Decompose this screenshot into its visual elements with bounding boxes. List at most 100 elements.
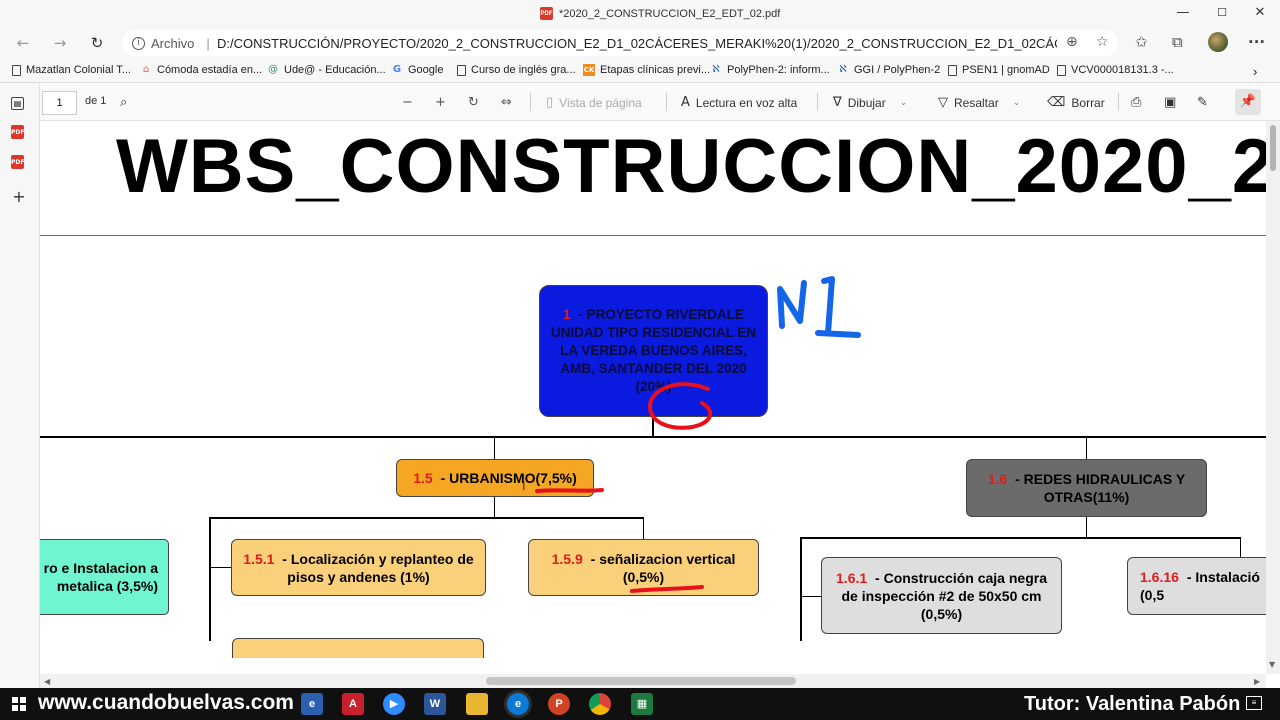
chrome-app-icon[interactable] bbox=[589, 693, 611, 715]
search-icon[interactable]: ⌕ bbox=[120, 95, 127, 110]
bookmark-item[interactable]: @ Ude@ - Educación... bbox=[267, 64, 386, 76]
bookmark-label: Ude@ - Educación... bbox=[284, 64, 386, 76]
wbs-node-root[interactable]: 1 - PROYECTO RIVERDALE UNIDAD TIPO RESID… bbox=[539, 285, 768, 417]
fit-page-icon[interactable]: ⇔ bbox=[501, 95, 512, 110]
save-as-icon[interactable]: ✎ bbox=[1197, 95, 1208, 110]
windows-start-icon[interactable] bbox=[12, 697, 26, 711]
bookmark-item[interactable]: CK Etapas clínicas previ... bbox=[583, 64, 710, 76]
horizontal-scroll-thumb[interactable] bbox=[486, 677, 796, 685]
bookmark-label: Cómoda estadía en... bbox=[157, 64, 263, 76]
pdf-tab-icon[interactable]: PDF bbox=[11, 125, 24, 139]
wbs-node-localizacion[interactable]: 1.5.1 - Localización y replanteo de piso… bbox=[231, 539, 486, 596]
side-rail: ▤ PDF PDF + bbox=[0, 83, 40, 688]
autocad-app-icon[interactable]: A bbox=[342, 693, 364, 715]
bookmark-item[interactable]: ⌂ Cómoda estadía en... bbox=[140, 64, 262, 76]
file-label: Archivo bbox=[151, 36, 195, 51]
forward-icon[interactable]: → bbox=[49, 33, 71, 53]
close-button[interactable]: ✕ bbox=[1245, 4, 1275, 22]
notifications-icon[interactable]: ≡ bbox=[1246, 696, 1262, 710]
zoom-out-icon[interactable]: − bbox=[402, 95, 413, 110]
zoom-icon[interactable]: ⊕ bbox=[1066, 34, 1078, 50]
wbs-node-urbanismo[interactable]: 1.5 - URBANISMO(7,5%) bbox=[396, 459, 594, 497]
pin-toolbar-icon[interactable]: 📌 bbox=[1235, 89, 1261, 115]
read-aloud-button[interactable]: A Lectura en voz alta bbox=[681, 95, 797, 110]
scroll-left-icon[interactable]: ◀ bbox=[44, 677, 50, 686]
refresh-icon[interactable]: ↻ bbox=[86, 33, 108, 53]
vertical-scroll-thumb[interactable] bbox=[1270, 125, 1276, 171]
word-app-icon[interactable]: W bbox=[424, 693, 446, 715]
wbs-node-redes[interactable]: 1.6 - REDES HIDRAULICAS Y OTRAS(11%) bbox=[966, 459, 1207, 517]
connector-line bbox=[40, 436, 1266, 438]
highlight-icon: ▽ bbox=[938, 95, 948, 110]
page-number-input[interactable]: 1 bbox=[42, 91, 77, 115]
scroll-right-icon[interactable]: ▶ bbox=[1254, 677, 1260, 686]
highlight-button[interactable]: ▽ Resaltar ⌄ bbox=[938, 95, 1020, 110]
node-text: 1.6 - REDES HIDRAULICAS Y OTRAS(11%) bbox=[981, 470, 1192, 506]
url-field[interactable]: i Archivo | D:/CONSTRUCCIÓN/PROYECTO/202… bbox=[122, 30, 1118, 56]
scroll-down-icon[interactable]: ▼ bbox=[1269, 660, 1275, 669]
bookmark-label: PSEN1 | gnomAD bbox=[962, 64, 1050, 76]
minimize-button[interactable]: — bbox=[1168, 4, 1198, 22]
chevron-down-icon[interactable]: ⌄ bbox=[1013, 98, 1021, 108]
collections-icon[interactable]: ⧉ bbox=[1172, 33, 1183, 51]
node-label: ro e Instalacion a metalica (3,5%) bbox=[43, 560, 158, 594]
save-icon[interactable]: ▣ bbox=[1164, 95, 1176, 110]
file-explorer-icon[interactable] bbox=[466, 693, 488, 715]
bookmark-item[interactable]: Curso de inglés gra... bbox=[457, 64, 576, 76]
vertical-scrollbar[interactable]: ▼ bbox=[1266, 121, 1280, 674]
explorer-edge-app-icon[interactable]: e bbox=[301, 693, 323, 715]
bookmark-label: Etapas clínicas previ... bbox=[600, 64, 711, 76]
page-view-icon: ▯ bbox=[546, 95, 554, 110]
site-info[interactable]: i Archivo | bbox=[132, 36, 216, 51]
node-text: 1.5.1 - Localización y replanteo de piso… bbox=[242, 550, 475, 586]
powerpoint-app-icon[interactable]: P bbox=[548, 693, 570, 715]
zoom-app-icon[interactable]: ▶ bbox=[383, 693, 405, 715]
favorite-add-icon[interactable]: ☆ bbox=[1096, 34, 1109, 50]
udea-icon: @ bbox=[268, 64, 278, 75]
ck-icon: CK bbox=[583, 64, 595, 76]
rotate-icon[interactable]: ↻ bbox=[468, 95, 479, 110]
edge-app-icon[interactable]: e bbox=[507, 693, 529, 715]
bookmarks-overflow-icon[interactable]: › bbox=[1253, 64, 1257, 79]
maximize-button[interactable]: ☐ bbox=[1207, 4, 1237, 22]
back-icon[interactable]: ← bbox=[12, 33, 34, 53]
pdf-tab-icon[interactable]: PDF bbox=[11, 155, 24, 169]
node-code: 1.6.16 bbox=[1140, 569, 1179, 585]
page-icon bbox=[457, 64, 466, 76]
bookmark-item[interactable]: ℵ GGI / PolyPhen-2 bbox=[837, 64, 940, 76]
horizontal-scrollbar[interactable]: ◀ ▶ bbox=[40, 674, 1266, 688]
polyphen-icon: ℵ bbox=[839, 64, 847, 75]
bookmark-item[interactable]: ℵ PolyPhen-2: inform... bbox=[710, 64, 829, 76]
node-code: 1.5.9 bbox=[551, 550, 583, 567]
bookmark-item[interactable]: G Google bbox=[391, 64, 444, 76]
connector-line bbox=[210, 567, 232, 568]
zoom-in-icon[interactable]: + bbox=[435, 95, 446, 110]
window-title-text: *2020_2_CONSTRUCCION_E2_EDT_02.pdf bbox=[559, 7, 781, 20]
watermark-tutor: Tutor: Valentina Pabón bbox=[1024, 693, 1241, 715]
wbs-node-caja-inspeccion[interactable]: 1.6.1 - Construcción caja negra de inspe… bbox=[821, 557, 1062, 634]
erase-button[interactable]: ⌫ Borrar bbox=[1047, 95, 1105, 110]
bookmark-label: Mazatlan Colonial T... bbox=[26, 64, 131, 76]
polyphen-icon: ℵ bbox=[712, 64, 720, 75]
more-menu-icon[interactable]: ··· bbox=[1248, 33, 1265, 51]
chevron-down-icon[interactable]: ⌄ bbox=[900, 98, 908, 108]
bookmark-item[interactable]: PSEN1 | gnomAD bbox=[948, 64, 1050, 76]
page-view-button[interactable]: ▯ Vista de página bbox=[546, 95, 642, 110]
wbs-node-senalizacion[interactable]: 1.5.9 - señalizacion vertical (0,5%) bbox=[528, 539, 759, 596]
wbs-node-instalacion[interactable]: 1.6.16 - Instalació (0,5 bbox=[1127, 557, 1266, 615]
address-bar: ← → ↻ i Archivo | D:/CONSTRUCCIÓN/PROYEC… bbox=[0, 28, 1280, 58]
bookmark-item[interactable]: VCV000018131.3 -... bbox=[1057, 64, 1174, 76]
draw-button[interactable]: ∇ Dibujar ⌄ bbox=[833, 95, 907, 110]
read-aloud-label: Lectura en voz alta bbox=[695, 95, 798, 110]
profile-avatar[interactable] bbox=[1208, 32, 1228, 52]
project-app-icon[interactable]: ▦ bbox=[631, 693, 653, 715]
add-tab-icon[interactable]: + bbox=[11, 189, 27, 205]
connector-line bbox=[209, 517, 644, 519]
tabs-icon[interactable]: ▤ bbox=[11, 97, 24, 110]
favorites-icon[interactable]: ✩ bbox=[1135, 33, 1148, 51]
url-text[interactable]: D:/CONSTRUCCIÓN/PROYECTO/2020_2_CONSTRUC… bbox=[217, 36, 1057, 51]
node-label: - URBANISMO(7,5%) bbox=[436, 470, 577, 486]
wbs-node-instalacion-metalica[interactable]: ro e Instalacion a metalica (3,5%) bbox=[40, 539, 169, 615]
bookmark-item[interactable]: Mazatlan Colonial T... bbox=[12, 64, 131, 76]
print-icon[interactable]: ⎙ bbox=[1131, 95, 1141, 110]
